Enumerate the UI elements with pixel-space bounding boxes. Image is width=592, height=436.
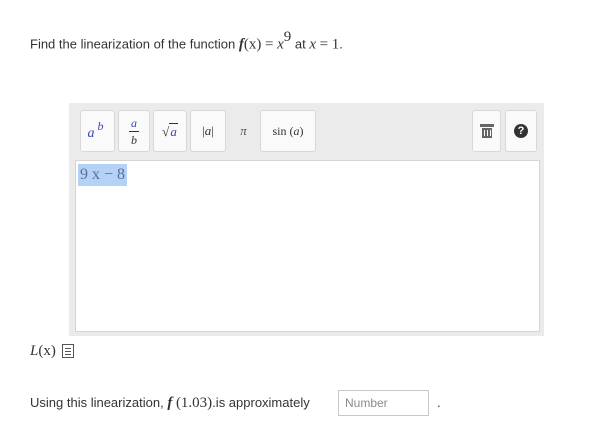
sqrt-radical: √ (162, 123, 170, 139)
point-eq: = (319, 36, 329, 53)
help-button[interactable]: ? (505, 110, 537, 152)
power-exp: b (97, 119, 104, 133)
absolute-value-button[interactable]: |a| (190, 110, 226, 152)
sin-icon: sin (a) (272, 123, 304, 138)
q2-fn-name: f (167, 395, 173, 411)
document-icon[interactable] (61, 344, 74, 358)
power-icon: a b (87, 119, 109, 142)
q2-suffix: .is approximately (212, 395, 310, 410)
pi-icon: π (240, 123, 247, 138)
equals-sign: = (265, 36, 274, 53)
fraction-button[interactable]: a b (118, 110, 150, 152)
sqrt-icon: √ a (162, 122, 178, 140)
trash-icon (479, 123, 494, 139)
clear-button[interactable] (472, 110, 501, 152)
at-word: at (294, 36, 306, 52)
abs-right-bar: | (211, 123, 214, 138)
sin-arg: a (293, 123, 300, 138)
pi-button[interactable]: π (229, 110, 258, 152)
fraction-den: b (131, 132, 137, 147)
sin-fn: sin (272, 123, 287, 138)
function-base: x (277, 36, 284, 53)
q2-end: . (437, 395, 441, 410)
function-exponent: 9 (283, 29, 292, 45)
expression-selected[interactable]: 9 x − 8 (78, 164, 128, 186)
question-prefix: Find the linearization of the function (30, 36, 236, 52)
math-editor: a b a b √ a |a| π sin (a) ? 9 x − 8 (69, 103, 544, 336)
q2-prefix: Using this linearization, (30, 395, 164, 410)
q2-arg: (1.03) (175, 395, 213, 411)
math-input-area[interactable]: 9 x − 8 (75, 160, 540, 332)
sqrt-button[interactable]: √ a (153, 110, 187, 152)
question-text: Find the linearization of the function f… (30, 29, 343, 54)
function-arg: (x) (243, 36, 262, 53)
approximation-question: Using this linearization, f (1.03) .is ap… (30, 393, 310, 413)
point-var: x (309, 36, 317, 53)
help-icon: ? (514, 124, 528, 138)
answer-fn: L (30, 343, 39, 359)
sqrt-radicand: a (169, 122, 178, 139)
answer-arg: (x) (38, 343, 56, 359)
power-base: a (87, 126, 95, 141)
math-toolbar: a b a b √ a |a| π sin (a) ? (69, 103, 544, 159)
number-input[interactable] (338, 390, 429, 416)
fraction-num: a (131, 115, 137, 130)
power-button[interactable]: a b (80, 110, 115, 152)
answer-label: L (x) (30, 341, 74, 361)
sin-button[interactable]: sin (a) (260, 110, 316, 152)
absolute-value-icon: |a| (202, 123, 214, 139)
question-end: . (339, 36, 343, 52)
fraction-icon: a b (129, 117, 139, 146)
